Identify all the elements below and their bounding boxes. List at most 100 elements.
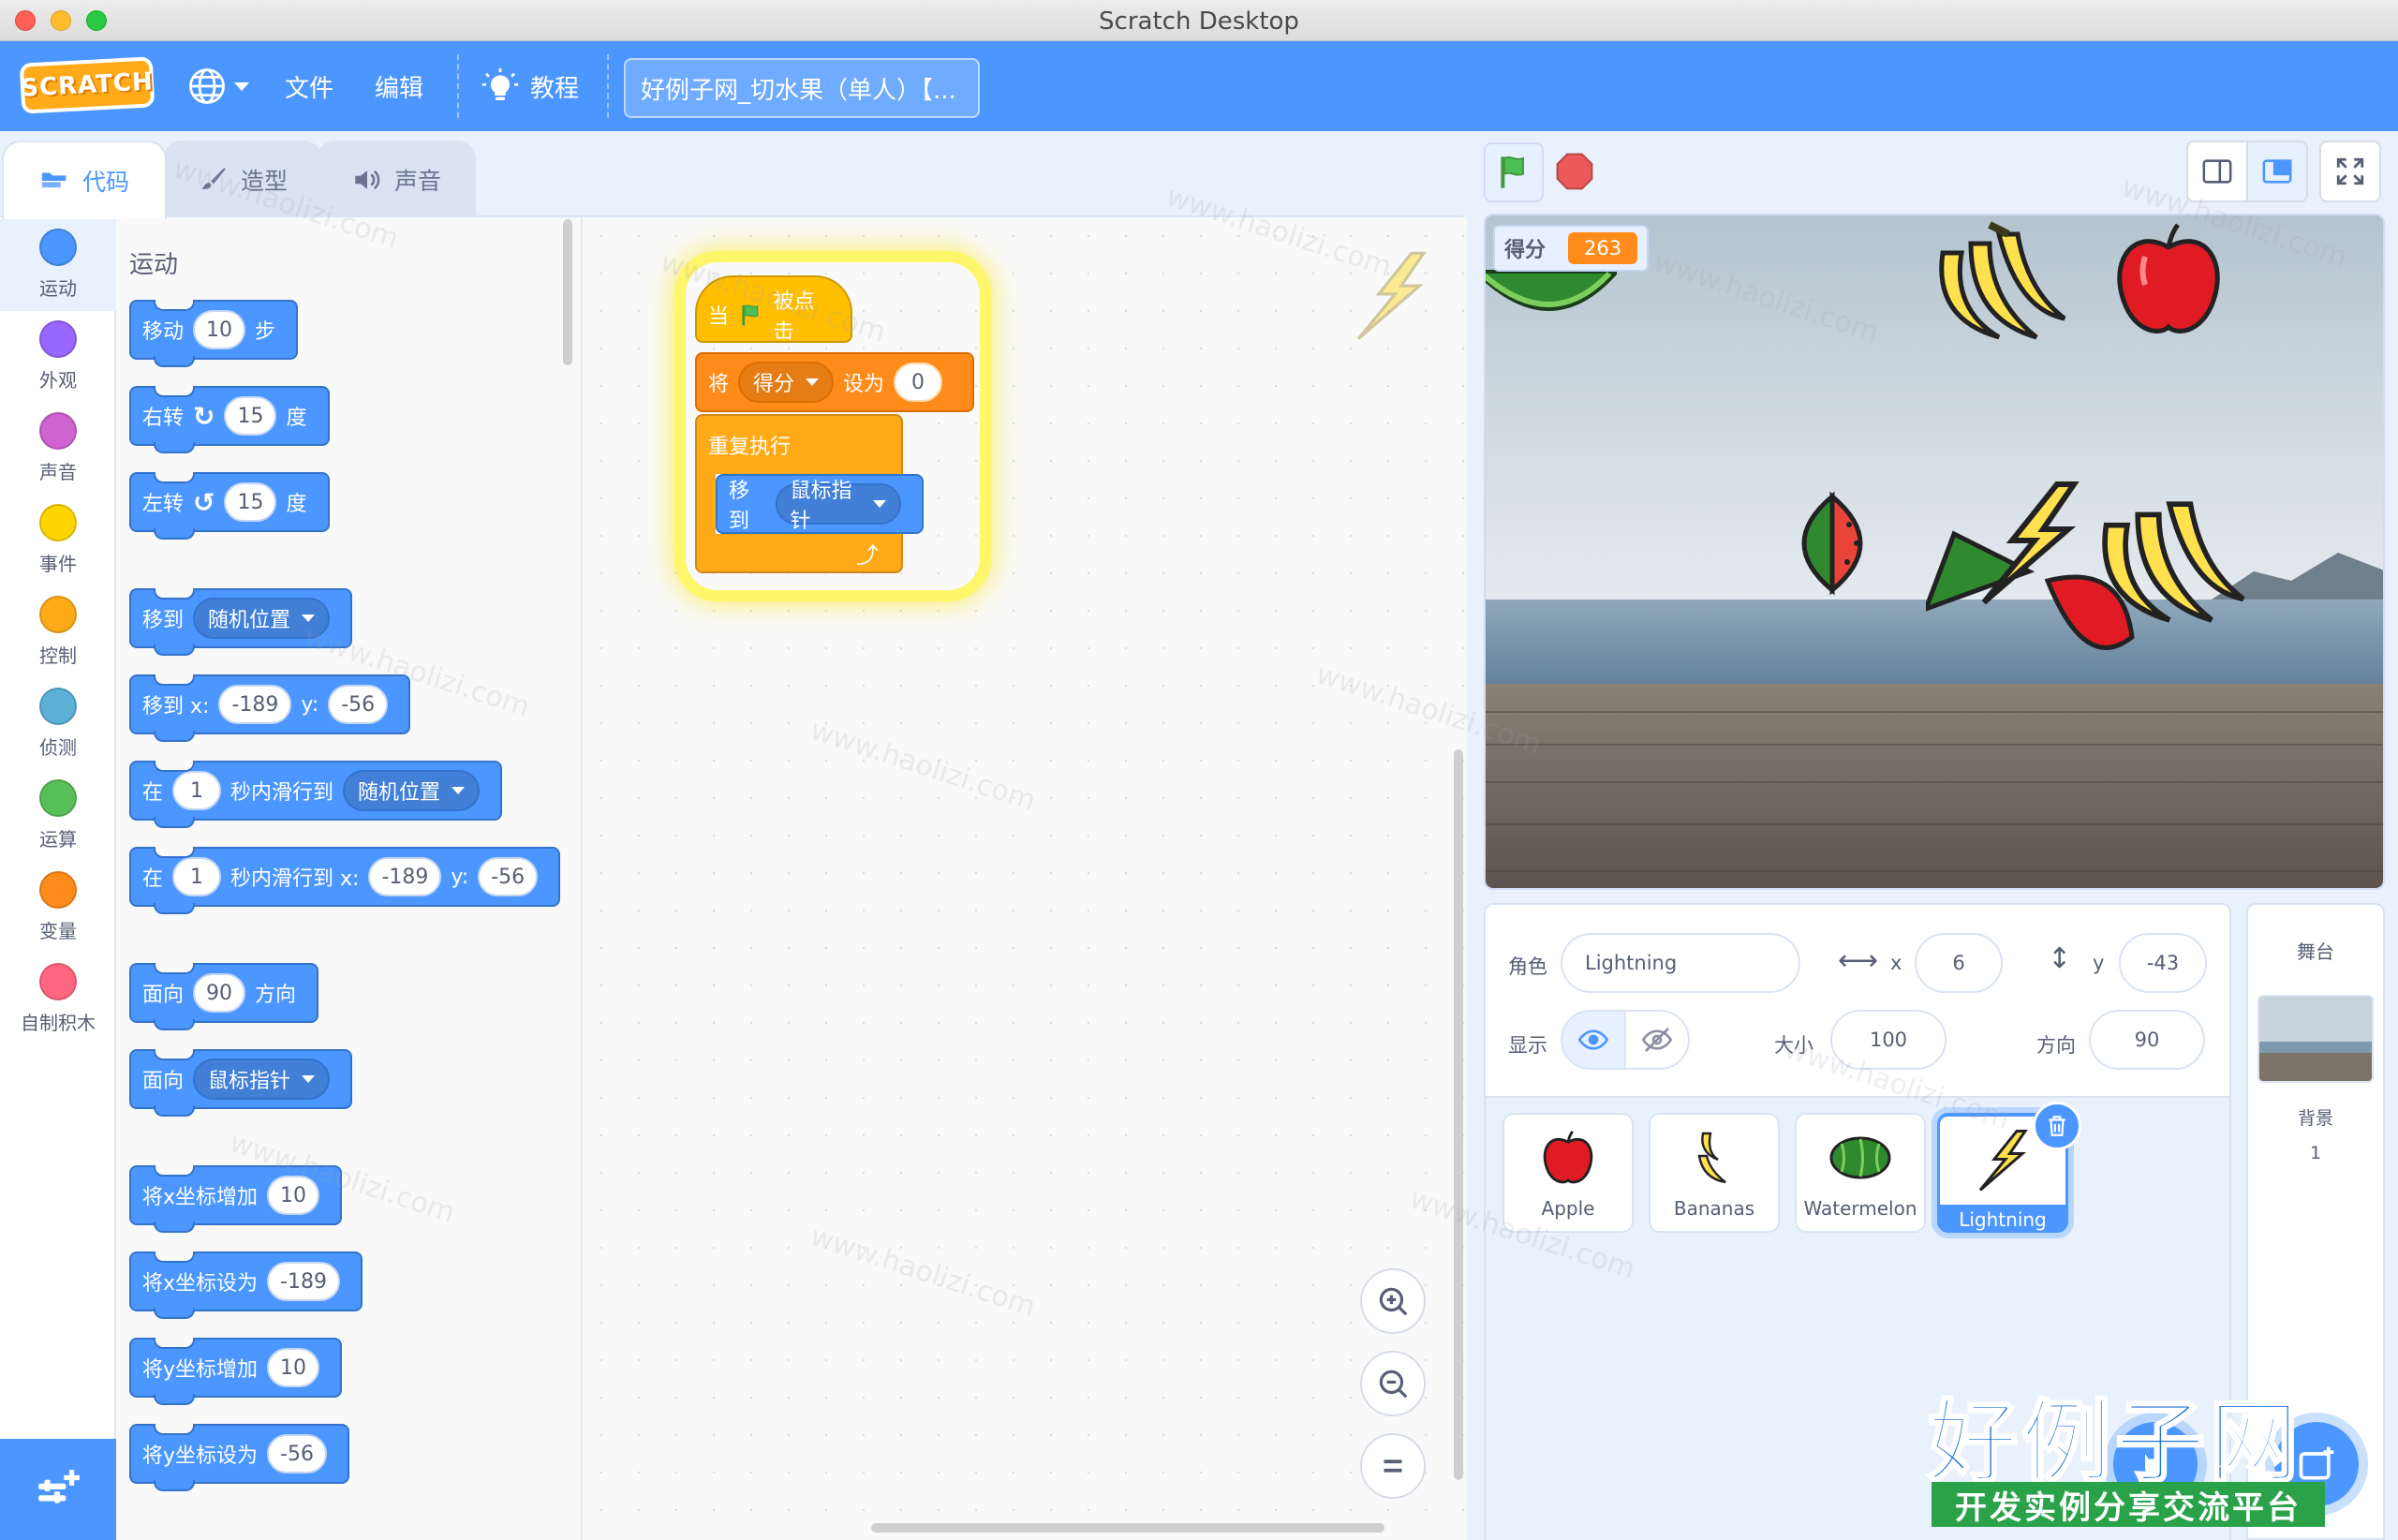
value-input[interactable]: 10	[267, 1176, 320, 1215]
point-towards-dropdown[interactable]: 鼠标指针	[193, 1059, 331, 1100]
green-flag-icon	[742, 304, 759, 326]
add-extension-button[interactable]	[0, 1439, 116, 1540]
globe-icon	[189, 68, 225, 104]
edit-menu[interactable]: 编辑	[375, 66, 423, 107]
project-title-input[interactable]: 好例子网_切水果（单人）【...	[624, 58, 980, 118]
category-motion[interactable]: 运动	[0, 219, 116, 311]
script-vertical-scrollbar[interactable]	[1454, 749, 1463, 1480]
value-input[interactable]: 0	[894, 363, 943, 402]
stage-canvas[interactable]	[1484, 214, 2385, 890]
block-text: 重复执行	[708, 436, 792, 459]
direction-input[interactable]: 90	[2089, 1010, 2205, 1070]
file-menu[interactable]: 文件	[285, 66, 333, 107]
seconds-input[interactable]: 1	[172, 857, 222, 896]
category-label: 运动	[39, 277, 77, 300]
glide-target-dropdown[interactable]: 随机位置	[343, 770, 481, 811]
stop-button[interactable]	[1551, 148, 1598, 195]
goto-target-dropdown[interactable]: 鼠标指针	[775, 480, 901, 533]
sprite-tile-apple[interactable]: Apple	[1502, 1113, 1634, 1233]
sprite-name-input[interactable]: Lightning	[1561, 933, 1800, 993]
hide-sprite-button[interactable]	[1624, 1010, 1690, 1070]
block-glide[interactable]: 在 1 秒内滑行到 随机位置	[129, 761, 503, 828]
zoom-in-button[interactable]	[1360, 1268, 1426, 1334]
palette-scrollbar[interactable]	[563, 219, 572, 365]
steps-input[interactable]: 10	[193, 310, 246, 349]
degrees-input[interactable]: 15	[224, 482, 277, 522]
category-control[interactable]: 控制	[0, 586, 116, 678]
y-input[interactable]: -56	[328, 685, 389, 724]
sprite-tile-bananas[interactable]: Bananas	[1649, 1113, 1780, 1233]
block-text: 被点击	[773, 290, 815, 344]
seconds-input[interactable]: 1	[172, 771, 222, 810]
chevron-down-icon	[873, 500, 886, 508]
category-sound[interactable]: 声音	[0, 403, 116, 495]
goto-target-dropdown[interactable]: 随机位置	[193, 598, 331, 639]
my-blocks-dot-icon	[39, 963, 77, 1000]
block-goto-mouse[interactable]: 移到 鼠标指针	[716, 474, 924, 534]
tab-costumes[interactable]: 造型	[163, 141, 322, 217]
variable-monitor-score[interactable]: 得分 263	[1493, 225, 1650, 272]
zoom-reset-button[interactable]	[1360, 1433, 1426, 1499]
block-point-towards[interactable]: 面向 鼠标指针	[129, 1049, 353, 1117]
delete-sprite-button[interactable]	[2033, 1102, 2081, 1150]
block-set-x[interactable]: 将x坐标设为 -189	[129, 1251, 363, 1319]
block-set-y[interactable]: 将y坐标设为 -56	[129, 1424, 349, 1491]
block-turn-right[interactable]: 右转 ↻ 15 度	[129, 386, 330, 453]
green-flag-button[interactable]	[1484, 142, 1544, 202]
block-text: 将y坐标设为	[142, 1444, 259, 1468]
chevron-down-icon	[806, 378, 820, 386]
x-label: x	[1890, 952, 1902, 974]
large-stage-button[interactable]	[2246, 141, 2308, 202]
sprite-tile-watermelon[interactable]: Watermelon	[1795, 1113, 1926, 1233]
block-point-direction[interactable]: 面向 90 方向	[129, 963, 319, 1030]
script-horizontal-scrollbar[interactable]	[871, 1523, 1384, 1533]
value-input[interactable]: -189	[267, 1262, 340, 1301]
block-goto-xy[interactable]: 移到 x: -189 y: -56	[129, 674, 411, 742]
tutorials-menu[interactable]: 教程	[481, 66, 579, 107]
block-change-y[interactable]: 将y坐标增加 10	[129, 1338, 343, 1405]
x-position-input[interactable]: 6	[1915, 933, 2003, 993]
degrees-input[interactable]: 15	[224, 396, 277, 436]
tab-sounds[interactable]: 声音	[317, 141, 476, 217]
rotate-right-icon: ↻	[193, 400, 215, 432]
value-input[interactable]: 10	[267, 1348, 320, 1387]
block-turn-left[interactable]: 左转 ↺ 15 度	[129, 472, 330, 540]
fullscreen-button[interactable]	[2319, 141, 2381, 202]
zoom-out-button[interactable]	[1360, 1351, 1426, 1416]
watermelon-thumbnail	[1823, 1124, 1898, 1192]
y-position-input[interactable]: -43	[2119, 933, 2207, 993]
language-menu[interactable]	[187, 66, 249, 107]
category-my-blocks[interactable]: 自制积木	[0, 954, 116, 1045]
tab-code[interactable]: 代码	[2, 141, 167, 219]
value-input[interactable]: -56	[267, 1434, 327, 1473]
block-text: 当	[708, 305, 730, 329]
category-sensing[interactable]: 侦测	[0, 678, 116, 770]
scratch-logo[interactable]: SCRATCH	[19, 56, 155, 114]
block-goto[interactable]: 移到 随机位置	[129, 588, 353, 656]
block-glide-xy[interactable]: 在 1 秒内滑行到 x: -189 y: -56	[129, 847, 561, 914]
small-stage-button[interactable]	[2186, 141, 2248, 202]
x-input[interactable]: -189	[218, 685, 292, 724]
size-label: 大小	[1774, 1034, 1813, 1057]
speaker-icon	[355, 170, 380, 190]
x-input[interactable]: -189	[368, 857, 442, 896]
block-set-variable[interactable]: 将 得分 设为 0	[695, 352, 974, 412]
category-label: 声音	[39, 461, 77, 483]
category-events[interactable]: 事件	[0, 495, 116, 586]
variable-dropdown[interactable]: 得分	[738, 362, 835, 403]
y-input[interactable]: -56	[478, 857, 539, 896]
category-operators[interactable]: 运算	[0, 770, 116, 862]
block-change-x[interactable]: 将x坐标增加 10	[129, 1165, 343, 1233]
equals-icon	[1384, 1459, 1402, 1473]
block-move-steps[interactable]: 移动 10 步	[129, 300, 299, 367]
category-looks[interactable]: 外观	[0, 311, 116, 403]
block-forever[interactable]: 重复执行	[695, 414, 903, 474]
y-label: y	[2093, 952, 2105, 974]
direction-input[interactable]: 90	[193, 973, 246, 1013]
category-variables[interactable]: 变量	[0, 862, 116, 954]
size-input[interactable]: 100	[1830, 1010, 1947, 1070]
show-sprite-button[interactable]	[1561, 1010, 1626, 1070]
lightbulb-icon	[481, 67, 519, 100]
block-when-flag-clicked[interactable]: 当 被点击	[695, 275, 852, 344]
block-text: 右转	[142, 407, 185, 430]
